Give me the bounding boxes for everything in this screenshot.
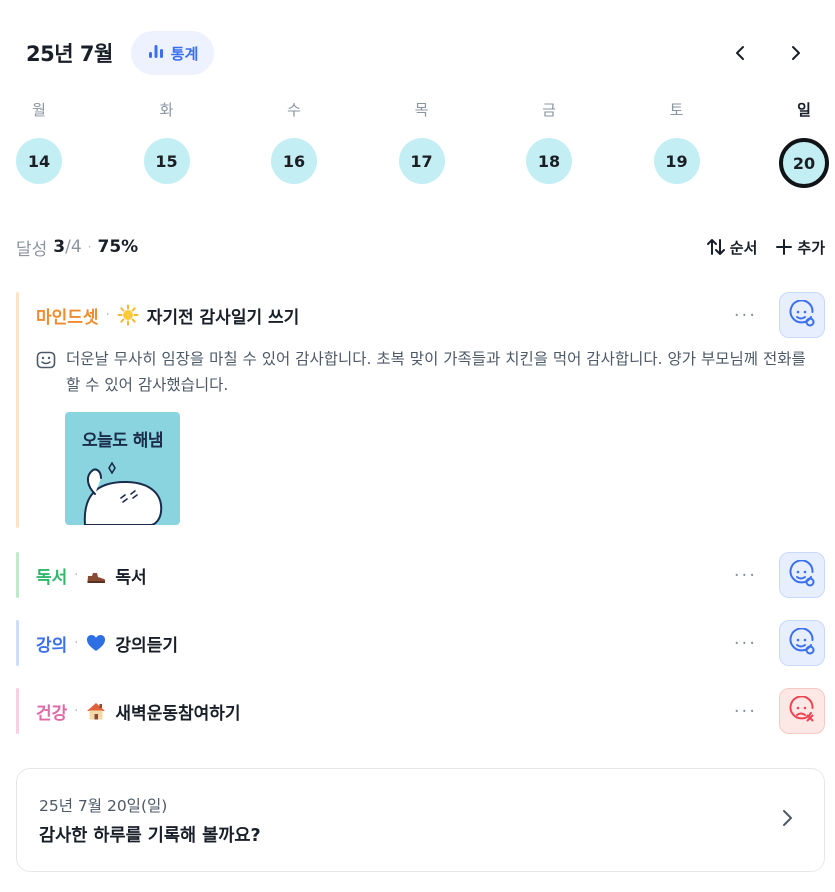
habit-item: 건강 · 새벽운동참여하기 ··· bbox=[16, 688, 825, 734]
achievement-count: 3 bbox=[53, 237, 66, 257]
house-icon bbox=[85, 700, 107, 722]
sort-icon bbox=[706, 239, 725, 255]
day-number: 15 bbox=[143, 138, 190, 184]
habit-category: 마인드셋 bbox=[36, 307, 99, 328]
smile-check-icon bbox=[789, 300, 815, 327]
habit-name: 독서 bbox=[115, 567, 147, 588]
achievement-percent: 75% bbox=[97, 237, 139, 257]
sun-icon bbox=[117, 304, 139, 326]
more-options-button[interactable]: ··· bbox=[734, 565, 757, 586]
day-number: 14 bbox=[16, 138, 62, 184]
memo-text: 더운날 무사히 임장을 마칠 수 있어 감사합니다. 초복 맞이 가족들과 치킨… bbox=[66, 350, 806, 394]
habit-name: 새벽운동참여하기 bbox=[115, 703, 241, 724]
day-thu[interactable]: 목 17 bbox=[397, 96, 447, 188]
sort-label: 순서 bbox=[729, 238, 758, 257]
habit-item: 강의 · 강의듣기 ··· bbox=[16, 620, 825, 666]
day-label: 월 bbox=[32, 101, 46, 119]
status-fail-button[interactable] bbox=[779, 688, 825, 734]
chevron-right-icon bbox=[792, 46, 800, 60]
day-label: 금 bbox=[542, 101, 556, 119]
day-label: 화 bbox=[159, 101, 174, 119]
separator-dot: · bbox=[105, 307, 110, 323]
week-strip: 월 14 화 15 수 16 목 17 금 18 토 19 일 20 bbox=[14, 96, 829, 188]
smile-check-icon bbox=[789, 560, 815, 587]
record-prompt: 감사한 하루를 기록해 볼까요? bbox=[39, 825, 261, 846]
habit-item: 독서 · 독서 ··· bbox=[16, 552, 825, 598]
day-number: 18 bbox=[526, 138, 572, 184]
habit-category: 건강 bbox=[36, 703, 68, 724]
memo-image[interactable]: 오늘도 해냄 bbox=[65, 412, 180, 525]
shoe-icon bbox=[85, 564, 107, 586]
day-tue[interactable]: 화 15 bbox=[142, 96, 192, 188]
record-date: 25년 7월 20일(일) bbox=[39, 796, 168, 815]
day-label: 목 bbox=[414, 101, 429, 119]
achievement-label: 달성 bbox=[16, 239, 48, 260]
day-label: 수 bbox=[287, 101, 301, 119]
habit-category: 독서 bbox=[36, 567, 68, 588]
day-fri[interactable]: 금 18 bbox=[524, 96, 574, 188]
habit-name: 자기전 감사일기 쓰기 bbox=[146, 307, 300, 328]
memo-icon bbox=[36, 351, 56, 369]
next-week-button[interactable] bbox=[783, 40, 809, 66]
add-button[interactable]: 추가 bbox=[775, 237, 825, 258]
day-sat[interactable]: 토 19 bbox=[652, 96, 702, 188]
daily-record-card[interactable]: 25년 7월 20일(일) 감사한 하루를 기록해 볼까요? bbox=[16, 768, 825, 872]
cheering-ghost-illustration bbox=[83, 461, 163, 525]
status-done-button[interactable] bbox=[779, 552, 825, 598]
separator-dot: · bbox=[74, 567, 79, 583]
stats-button-label: 통계 bbox=[170, 44, 199, 63]
calendar-header: 25년 7월 통계 bbox=[26, 30, 815, 76]
chevron-left-icon bbox=[736, 46, 744, 60]
smile-check-icon bbox=[789, 628, 815, 655]
habit-memo: 더운날 무사히 임장을 마칠 수 있어 감사합니다. 초복 맞이 가족들과 치킨… bbox=[36, 346, 825, 398]
day-mon[interactable]: 월 14 bbox=[14, 96, 64, 188]
day-number: 17 bbox=[398, 138, 445, 184]
day-label: 일 bbox=[797, 101, 811, 119]
habit-item: 마인드셋 · 자기전 감사일기 쓰기 ··· 더운날 무사히 임장을 마칠 수 … bbox=[16, 292, 825, 528]
day-sun[interactable]: 일 20 bbox=[779, 96, 829, 188]
status-done-button[interactable] bbox=[779, 292, 825, 338]
prev-week-button[interactable] bbox=[727, 40, 753, 66]
day-number-selected: 20 bbox=[779, 138, 829, 188]
day-label: 토 bbox=[669, 101, 684, 119]
plus-icon bbox=[776, 239, 793, 255]
bar-chart-icon bbox=[147, 42, 165, 64]
day-number: 16 bbox=[271, 138, 317, 184]
more-options-button[interactable]: ··· bbox=[734, 633, 757, 654]
separator-dot: · bbox=[74, 703, 79, 719]
day-wed[interactable]: 수 16 bbox=[269, 96, 319, 188]
more-options-button[interactable]: ··· bbox=[734, 305, 757, 326]
more-options-button[interactable]: ··· bbox=[734, 701, 757, 722]
add-label: 추가 bbox=[797, 238, 825, 257]
day-number: 19 bbox=[653, 138, 700, 184]
chevron-right-icon bbox=[780, 809, 794, 831]
achievement-total: /4 bbox=[65, 237, 82, 257]
habit-category: 강의 bbox=[36, 635, 68, 656]
stats-button[interactable]: 통계 bbox=[130, 31, 215, 75]
heart-icon bbox=[85, 632, 107, 654]
sad-x-icon bbox=[789, 696, 814, 722]
status-done-button[interactable] bbox=[779, 620, 825, 666]
separator-dot: · bbox=[74, 635, 79, 651]
habit-name: 강의듣기 bbox=[115, 635, 178, 656]
separator-dot: · bbox=[87, 240, 92, 254]
achievement-summary: 달성 3/4 · 75% 순서 추가 bbox=[16, 234, 825, 260]
month-title: 25년 7월 bbox=[26, 42, 113, 66]
sort-button[interactable]: 순서 bbox=[706, 237, 758, 258]
